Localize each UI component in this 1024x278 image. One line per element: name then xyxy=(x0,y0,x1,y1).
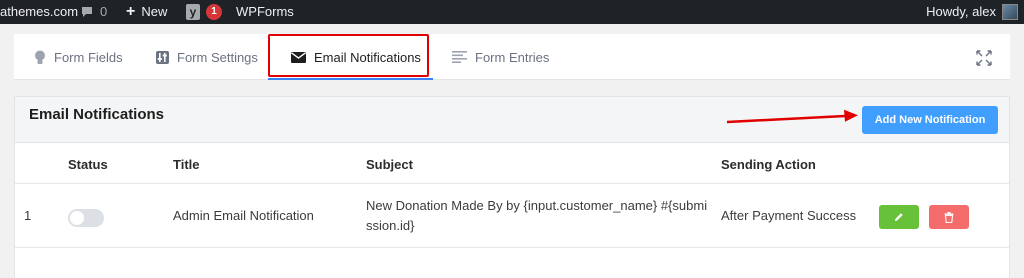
lightbulb-icon xyxy=(35,50,45,64)
column-status: Status xyxy=(68,157,108,172)
column-title: Title xyxy=(173,157,200,172)
notification-subject: New Donation Made By by {input.customer_… xyxy=(366,198,708,233)
add-new-notification-button[interactable]: Add New Notification xyxy=(862,106,998,134)
tab-form-entries-label: Form Entries xyxy=(475,49,550,65)
tab-form-fields-label: Form Fields xyxy=(54,49,123,65)
table-row: 1 Admin Email Notification New Donation … xyxy=(15,185,1009,248)
avatar xyxy=(1002,4,1018,20)
comment-icon xyxy=(82,7,92,17)
form-editor-tabs: Form Fields Form Settings Email Notifica… xyxy=(14,34,1010,80)
wpforms-link[interactable]: WPForms xyxy=(236,0,294,24)
howdy-text: Howdy, alex xyxy=(926,4,996,19)
sliders-icon xyxy=(156,50,169,64)
notifications-panel: Email Notifications Add New Notification… xyxy=(14,96,1010,278)
panel-title: Email Notifications xyxy=(29,106,165,123)
comments-count: 0 xyxy=(100,4,108,19)
admin-bar: athemes.com 0 + New y 1 WPForms Howdy, a… xyxy=(0,0,1024,24)
plus-icon: + xyxy=(126,3,136,20)
new-content-link[interactable]: + New xyxy=(126,0,167,24)
column-subject: Subject xyxy=(366,157,413,172)
fullscreen-icon[interactable] xyxy=(976,50,992,66)
new-label: New xyxy=(141,4,168,19)
wpforms-label: WPForms xyxy=(236,4,294,19)
tab-form-settings[interactable]: Form Settings xyxy=(156,34,258,80)
edit-button[interactable] xyxy=(879,205,919,229)
row-index: 1 xyxy=(24,208,32,223)
tab-form-entries[interactable]: Form Entries xyxy=(452,34,549,80)
account-menu[interactable]: Howdy, alex xyxy=(926,0,1018,24)
column-sending-action: Sending Action xyxy=(721,157,816,172)
status-toggle[interactable] xyxy=(68,209,104,227)
yoast-seo-link[interactable]: y 1 xyxy=(186,0,222,24)
toggle-knob xyxy=(70,211,84,225)
annotation-arrow xyxy=(727,109,858,124)
table-header: Status Title Subject Sending Action xyxy=(15,144,1009,184)
tab-form-fields[interactable]: Form Fields xyxy=(34,34,123,80)
site-name-link[interactable]: athemes.com xyxy=(0,0,78,24)
comments-link[interactable]: 0 xyxy=(80,0,107,24)
envelope-icon xyxy=(291,51,306,63)
active-tab-indicator xyxy=(268,78,433,80)
notification-title: Admin Email Notification xyxy=(173,208,314,223)
tab-email-notifications[interactable]: Email Notifications xyxy=(291,34,421,80)
tab-form-settings-label: Form Settings xyxy=(177,49,258,65)
yoast-badge: 1 xyxy=(206,4,222,20)
panel-header: Email Notifications Add New Notification xyxy=(15,97,1009,143)
list-icon xyxy=(452,51,467,63)
site-name: athemes.com xyxy=(0,4,79,19)
pencil-icon xyxy=(895,213,903,221)
sending-action: After Payment Success xyxy=(721,208,857,223)
tab-email-notifications-label: Email Notifications xyxy=(314,49,421,65)
yoast-icon: y xyxy=(186,4,200,20)
delete-button[interactable] xyxy=(929,205,969,229)
trash-icon xyxy=(944,211,954,223)
